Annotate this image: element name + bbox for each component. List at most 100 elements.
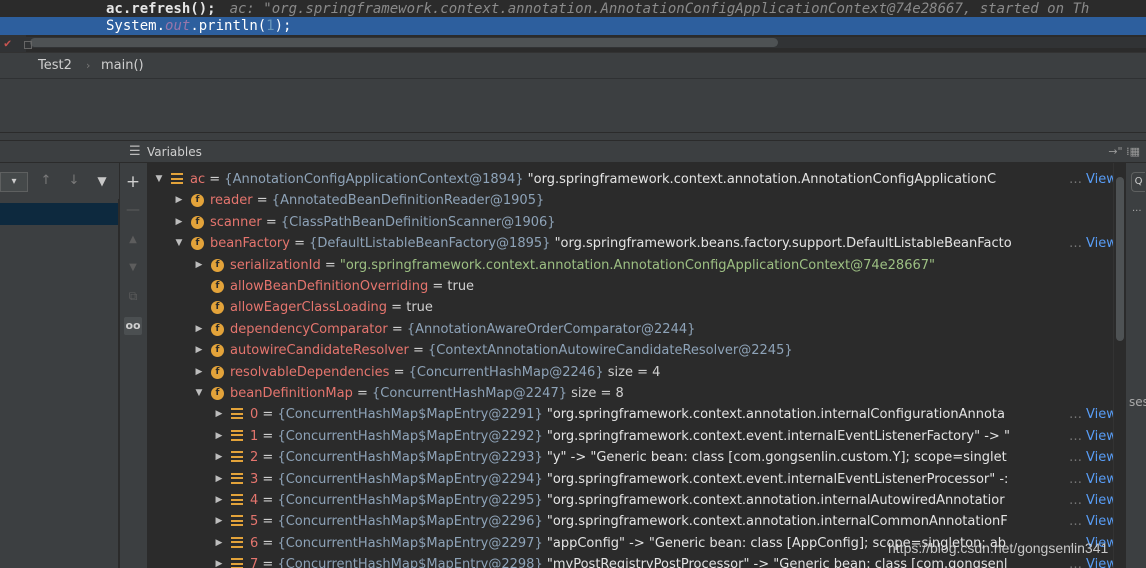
tree-row[interactable]: ▼ f beanFactory = {DefaultListableBeanFact… [147, 233, 1113, 255]
view-link-label[interactable]: View [1086, 472, 1113, 487]
duplicate-watch-icon[interactable]: ⧉ [124, 287, 142, 305]
expand-arrow-icon[interactable]: ▶ [213, 404, 225, 425]
frames-panel: ▾ ↑ ↓ ▼ [0, 163, 119, 568]
expand-arrow-icon[interactable]: ▶ [213, 533, 225, 554]
expand-arrow-icon[interactable]: ▶ [213, 447, 225, 468]
ellipsis: … [1069, 172, 1082, 187]
variables-side-toolbar: + — ▲ ▼ ⧉ oo [120, 163, 147, 568]
debug-tool-window-divider[interactable] [0, 132, 1146, 140]
expand-arrow-icon[interactable]: ▶ [173, 212, 185, 233]
tree-row[interactable]: ▶ 2 = {ConcurrentHashMap$MapEntry@2293} "… [147, 447, 1113, 469]
tree-row[interactable]: ▶ 7 = {ConcurrentHashMap$MapEntry@2298} "… [147, 554, 1113, 568]
fold-icon[interactable] [24, 41, 32, 49]
ellipsis: … [1069, 557, 1082, 568]
view-link[interactable]: … View [1065, 233, 1113, 255]
view-link[interactable]: … View [1065, 425, 1113, 447]
tree-row[interactable]: ▶ 0 = {ConcurrentHashMap$MapEntry@2291} "… [147, 404, 1113, 426]
thread-dropdown[interactable]: ▾ [0, 172, 28, 192]
move-down-icon[interactable]: ▼ [124, 259, 142, 277]
expand-arrow-icon[interactable]: ▶ [193, 319, 205, 340]
variable-type: {ConcurrentHashMap$MapEntry@2294} [277, 471, 543, 487]
tree-row[interactable]: ▶ f autowireCandidateResolver = {ContextAn… [147, 340, 1113, 361]
view-link-label[interactable]: View [1086, 236, 1113, 251]
equals-sign: = [387, 321, 407, 337]
code-statement-end: ); [274, 18, 292, 34]
variable-value: "org.springframework.context.annotation.… [546, 407, 1005, 423]
view-link[interactable]: … View [1065, 490, 1113, 511]
filter-icon[interactable]: ▼ [94, 173, 110, 189]
field-icon: f [211, 280, 224, 293]
view-link[interactable]: … View [1065, 468, 1113, 490]
tree-row[interactable]: ▶ 3 = {ConcurrentHashMap$MapEntry@2294} "… [147, 468, 1113, 490]
equals-sign: = [258, 514, 278, 530]
breadcrumb-method[interactable]: main() [101, 53, 144, 79]
expand-arrow-icon[interactable]: ▶ [213, 426, 225, 447]
layout-settings-icon[interactable]: →" ⁞▦ [1108, 141, 1140, 163]
horizontal-scrollbar-thumb[interactable] [30, 38, 778, 47]
search-icon[interactable]: Q [1131, 172, 1145, 192]
view-link-label[interactable]: View [1086, 429, 1113, 444]
view-link-label[interactable]: View [1086, 172, 1113, 187]
frame-down-arrow-icon[interactable]: ↓ [66, 173, 82, 189]
equals-sign: = [387, 300, 407, 316]
equals-sign: = [258, 471, 278, 487]
tree-row[interactable]: ▶ f reader = {AnnotatedBeanDefinitionReade… [147, 190, 1113, 211]
expand-arrow-icon[interactable]: ▶ [193, 362, 205, 383]
remove-watch-icon[interactable]: — [124, 201, 142, 219]
variable-name: autowireCandidateResolver [230, 343, 409, 359]
equals-sign: = [408, 343, 429, 359]
view-link-label[interactable]: View [1086, 407, 1113, 422]
expand-arrow-icon[interactable]: ▶ [173, 190, 185, 211]
show-watches-icon[interactable]: oo [124, 317, 142, 335]
code-editor[interactable]: ac.refresh(); ac: "org.springframework.co… [0, 0, 1146, 52]
expand-arrow-icon[interactable]: ▶ [213, 554, 225, 568]
field-icon: f [191, 215, 204, 229]
variable-name: serializationId [230, 257, 321, 273]
view-link[interactable]: … View [1065, 404, 1113, 426]
view-link-label[interactable]: View [1086, 450, 1113, 465]
more-icon[interactable]: ... [1132, 203, 1142, 214]
view-link[interactable]: … View [1065, 447, 1113, 469]
variable-value: size = 4 [607, 364, 661, 380]
execution-point-icon[interactable]: ✔ [4, 36, 16, 50]
tree-row[interactable]: ▶ f dependencyComparator = {AnnotationAwar… [147, 319, 1113, 340]
move-up-icon[interactable]: ▲ [124, 231, 142, 249]
field-icon: f [211, 322, 224, 336]
tree-row[interactable]: ▼ ac = {AnnotationConfigApplicationContex… [147, 169, 1113, 190]
selected-frame-row[interactable] [0, 203, 118, 225]
code-line-current-execution[interactable]: ✔ System.out.println(1); [0, 17, 1146, 50]
tree-row[interactable]: ▶ f scanner = {ClassPathBeanDefinitionScan… [147, 212, 1113, 233]
view-link[interactable]: … View [1065, 169, 1113, 190]
tree-row[interactable]: ▶ 5 = {ConcurrentHashMap$MapEntry@2296} "… [147, 511, 1113, 533]
add-watch-icon[interactable]: + [124, 173, 142, 191]
frame-up-arrow-icon[interactable]: ↑ [38, 173, 54, 189]
collapse-arrow-icon[interactable]: ▼ [193, 383, 205, 404]
view-link-label[interactable]: View [1086, 557, 1113, 568]
expand-arrow-icon[interactable]: ▶ [213, 490, 225, 511]
collapse-arrow-icon[interactable]: ▼ [173, 233, 185, 254]
code-line-refresh[interactable]: ac.refresh(); ac: "org.springframework.co… [0, 0, 1146, 18]
expand-arrow-icon[interactable]: ▶ [213, 511, 225, 532]
breadcrumb-class[interactable]: Test2 [38, 53, 72, 79]
entry-list-icon [231, 408, 243, 421]
expand-arrow-icon[interactable]: ▶ [193, 255, 205, 276]
tree-row[interactable]: ▶ 1 = {ConcurrentHashMap$MapEntry@2292} "… [147, 425, 1113, 447]
variables-tree[interactable]: ▼ ac = {AnnotationConfigApplicationContex… [147, 163, 1113, 568]
tree-row[interactable]: f allowBeanDefinitionOverriding = true [147, 276, 1113, 297]
expand-arrow-icon[interactable]: ▶ [213, 469, 225, 490]
view-link-label[interactable]: View [1086, 493, 1113, 508]
expand-arrow-icon[interactable]: ▶ [193, 340, 205, 361]
collapse-arrow-icon[interactable]: ▼ [153, 169, 165, 190]
view-link[interactable]: … View [1065, 511, 1113, 533]
tree-row[interactable]: ▶ 4 = {ConcurrentHashMap$MapEntry@2295} "… [147, 490, 1113, 511]
tree-row[interactable]: ▼ f beanDefinitionMap = {ConcurrentHashMap… [147, 383, 1113, 404]
vertical-scrollbar[interactable] [1113, 163, 1125, 568]
view-link-label[interactable]: View [1086, 514, 1113, 529]
tree-row[interactable]: ▶ f resolvableDependencies = {ConcurrentHa… [147, 362, 1113, 383]
tree-row[interactable]: ▶ f serializationId = "org.springframework… [147, 255, 1113, 276]
view-link[interactable]: … View [1065, 554, 1113, 568]
vertical-scrollbar-thumb[interactable] [1116, 177, 1124, 341]
breadcrumb-separator: › [86, 59, 91, 72]
tree-row[interactable]: f allowEagerClassLoading = true [147, 297, 1113, 318]
field-icon: f [211, 301, 224, 315]
